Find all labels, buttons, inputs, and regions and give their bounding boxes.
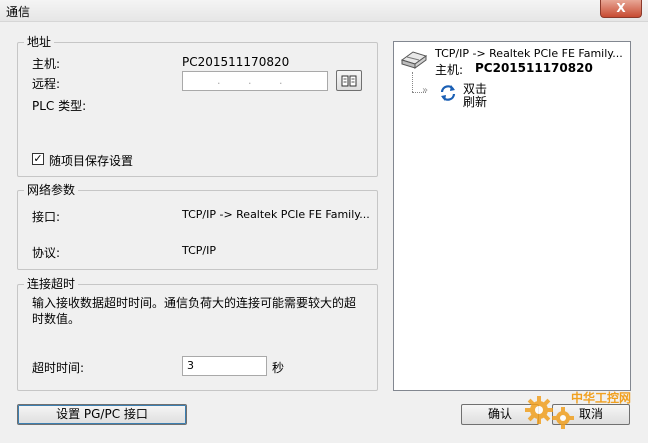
network-card-icon [400, 51, 428, 69]
remote-address-input[interactable]: . . . [182, 71, 328, 91]
timeout-description: 输入接收数据超时时间。通信负荷大的连接可能需要较大的超时数值。 [32, 296, 357, 326]
set-pg-pc-interface-button[interactable]: 设置 PG/PC 接口 [17, 404, 187, 425]
tree-root-label[interactable]: TCP/IP -> Realtek PCIe FE Family... [435, 47, 623, 60]
address-book-button[interactable] [336, 70, 362, 91]
interface-value: TCP/IP -> Realtek PCIe FE Family... [182, 208, 370, 221]
tree-host-label: 主机: [435, 63, 464, 77]
timeout-group: 连接超时 输入接收数据超时时间。通信负荷大的连接可能需要较大的超时数值。 超时时… [17, 277, 378, 391]
host-label: 主机: [32, 57, 61, 71]
connection-tree[interactable]: TCP/IP -> Realtek PCIe FE Family... 主机: … [393, 41, 631, 391]
save-with-project-label: 随项目保存设置 [49, 154, 134, 168]
tree-expand-arrows: » [422, 85, 429, 96]
title-bar: 通信 X [0, 0, 648, 22]
timeout-input[interactable]: 3 [182, 356, 267, 376]
book-icon [341, 75, 357, 87]
refresh-icon[interactable] [439, 84, 457, 102]
gear-icon [525, 396, 574, 429]
host-value: PC201511170820 [182, 55, 290, 69]
remote-label: 远程: [32, 77, 61, 91]
protocol-value: TCP/IP [182, 244, 216, 257]
save-with-project-checkbox[interactable]: ✓ [32, 153, 44, 165]
tree-refresh-line2[interactable]: 刷新 [463, 93, 487, 110]
address-group: 地址 主机: PC201511170820 远程: . . . PLC 类型: … [17, 35, 378, 177]
timeout-label: 超时时间: [32, 361, 85, 375]
plc-type-label: PLC 类型: [32, 99, 87, 113]
timeout-value: 3 [187, 359, 194, 372]
timeout-unit: 秒 [272, 361, 285, 375]
watermark-text: 中华工控网 [571, 391, 632, 405]
protocol-label: 协议: [32, 246, 61, 260]
network-group-title: 网络参数 [24, 183, 79, 198]
tree-host-value: PC201511170820 [475, 61, 593, 75]
tree-connector-line [412, 72, 413, 92]
timeout-group-title: 连接超时 [24, 277, 79, 292]
window-title: 通信 [6, 5, 31, 19]
remote-address-value: . . . [217, 74, 283, 87]
close-button[interactable]: X [600, 0, 642, 18]
network-params-group: 网络参数 接口: TCP/IP -> Realtek PCIe FE Famil… [17, 183, 378, 270]
address-group-title: 地址 [24, 35, 55, 50]
interface-label: 接口: [32, 210, 61, 224]
watermark-logo: 中华工控网 [519, 386, 639, 436]
